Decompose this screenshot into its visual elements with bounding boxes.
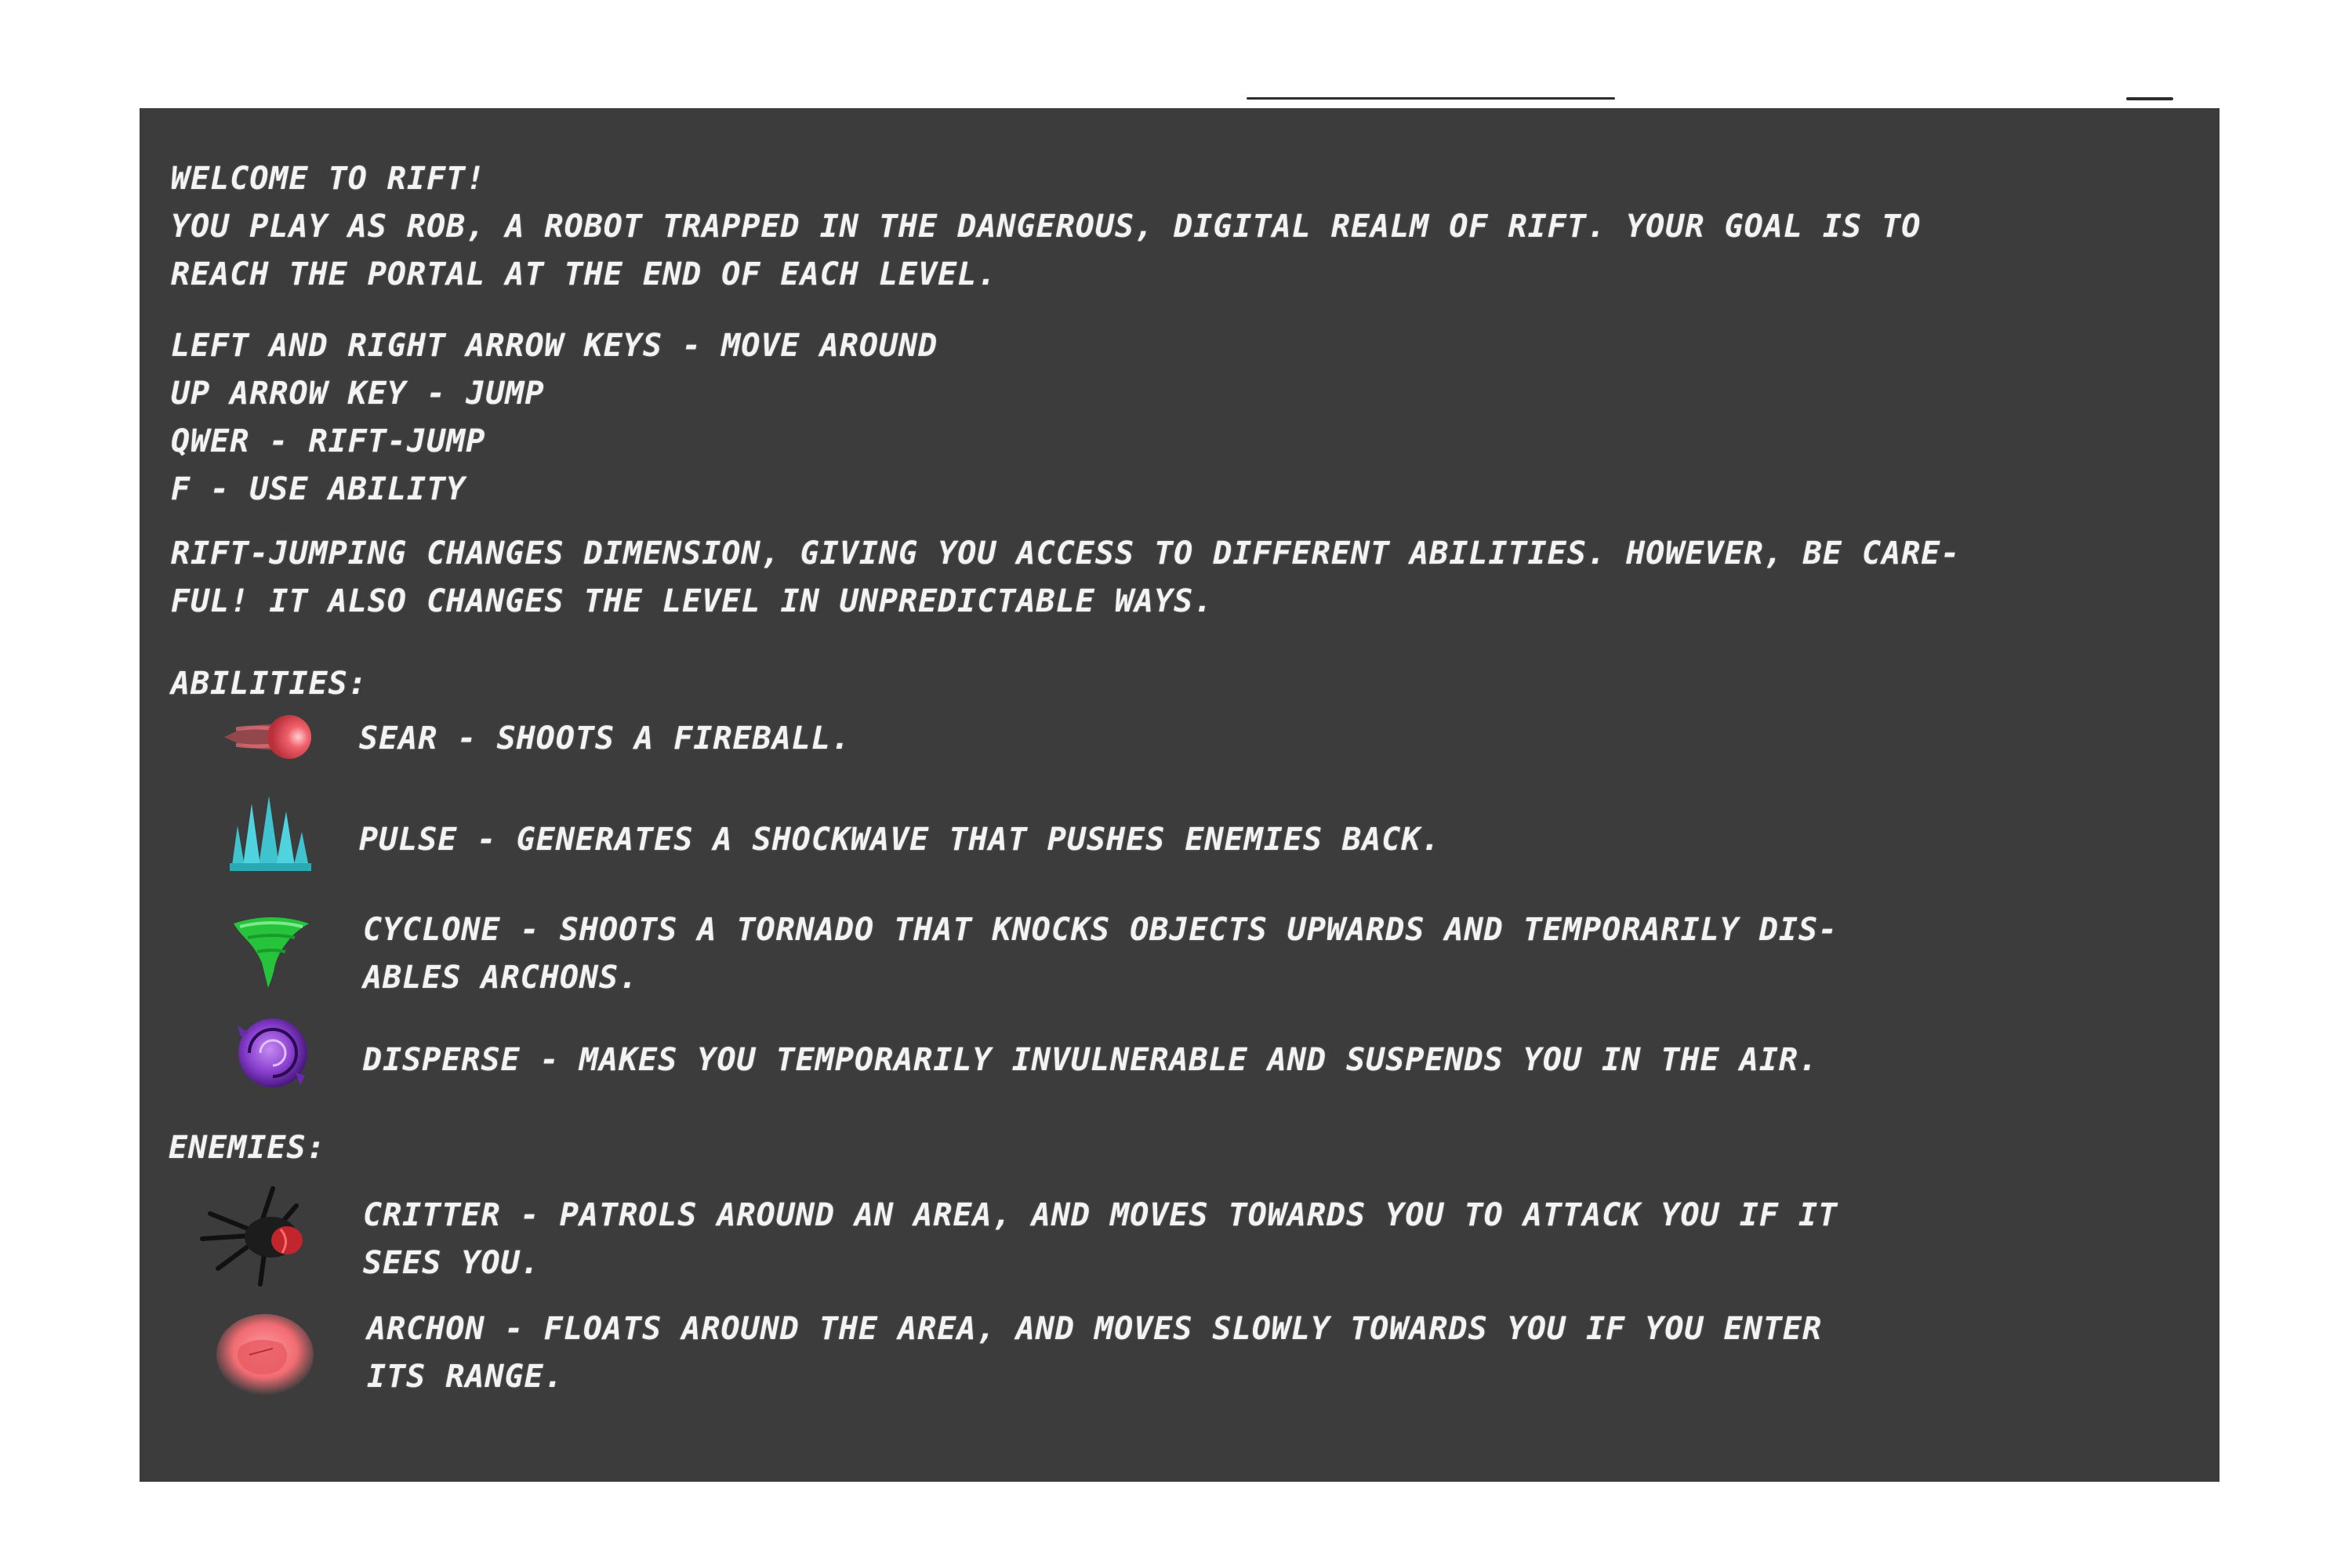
- enemy-archon-text: ARCHON - FLOATS AROUND THE AREA, AND MOV…: [367, 1311, 1823, 1395]
- instructions-panel: WELCOME TO RIFT! YOU PLAY AS ROB, A ROBO…: [140, 108, 2220, 1482]
- rift-note: RIFT-JUMPING CHANGES DIMENSION, GIVING Y…: [171, 535, 1961, 619]
- abilities-heading: ABILITIES:: [171, 666, 368, 702]
- critter-icon: [194, 1182, 320, 1292]
- tornado-icon: [232, 913, 310, 991]
- top-edge-mark: [2126, 97, 2173, 100]
- ability-pulse-text: PULSE - GENERATES A SHOCKWAVE THAT PUSHE…: [359, 822, 1441, 858]
- control-move: LEFT AND RIGHT ARROW KEYS - MOVE AROUND: [171, 328, 938, 364]
- control-rift-jump: QWER - RIFT-JUMP: [171, 423, 486, 459]
- welcome-title: WELCOME TO RIFT!: [171, 161, 486, 197]
- enemies-heading: ENEMIES:: [169, 1130, 326, 1166]
- ability-cyclone-text: CYCLONE - SHOOTS A TORNADO THAT KNOCKS O…: [363, 912, 1838, 996]
- control-jump: UP ARROW KEY - JUMP: [171, 376, 545, 412]
- control-ability: F - USE ABILITY: [171, 471, 466, 507]
- disperse-icon: [230, 1010, 316, 1096]
- ability-disperse-text: DISPERSE - MAKES YOU TEMPORARILY INVULNE…: [363, 1042, 1819, 1078]
- top-edge-line: [1247, 97, 1615, 100]
- enemy-critter-text: CRITTER - PATROLS AROUND AN AREA, AND MO…: [363, 1197, 1838, 1281]
- intro-description: YOU PLAY AS ROB, A ROBOT TRAPPED IN THE …: [171, 209, 1922, 292]
- shockwave-icon: [228, 794, 314, 873]
- ability-sear-text: SEAR - SHOOTS A FIREBALL.: [359, 720, 851, 757]
- fireball-icon: [220, 706, 322, 768]
- archon-icon: [210, 1308, 320, 1402]
